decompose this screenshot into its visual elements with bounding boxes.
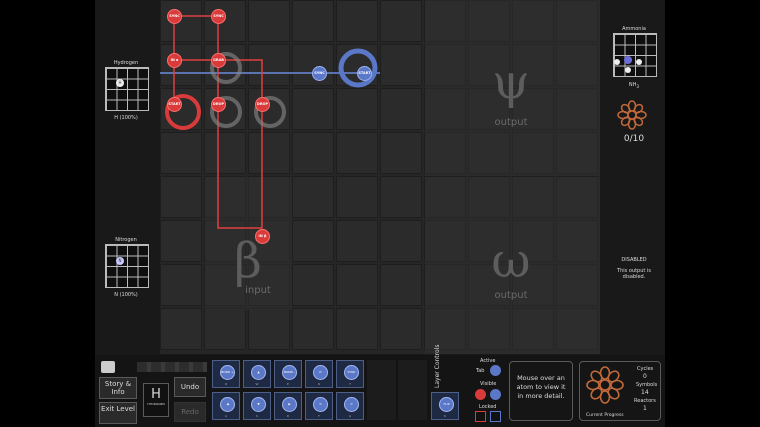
blue-start-instruction[interactable]: START [357,66,372,81]
speed-arrow-track[interactable] [137,362,207,372]
palette-rotate-cw-icon: ↻ [313,397,328,412]
visible-blue-toggle[interactable] [490,389,501,400]
element-symbol: H [151,387,161,402]
palette-rotate-ccw[interactable]: ↺ G [336,392,364,420]
visible-red-toggle[interactable] [475,389,486,400]
input-alpha-name: Hydrogen [113,60,139,66]
palette-rotate-cw[interactable]: ↻ F [305,392,333,420]
palette-swap[interactable]: ⇄ R [305,360,333,388]
palette-right-icon: ▶ [282,397,297,412]
palette-move-up[interactable]: ▲ W [243,360,271,388]
cycles-label: Cycles [637,366,654,372]
palette-key: G [348,414,352,418]
story-info-label: Story & Info [104,380,132,396]
red-drop-instruction-1[interactable]: DROP [211,97,226,112]
palette-key: T [349,382,351,386]
palette-move-right[interactable]: ▶ D [274,392,302,420]
active-layer-blue-toggle[interactable] [490,365,501,376]
palette-key: F [318,414,320,418]
palette-flip[interactable]: FLIP K [431,392,459,420]
palette-key: Q [224,382,228,386]
red-sync-instruction-1[interactable]: SYNC [167,9,182,24]
red-input-beta-instruction[interactable]: IN β [255,229,270,244]
output-omega-status-text: This output is disabled. [617,268,651,280]
output-psi-hydrogen-atom-3 [625,67,631,73]
input-beta-name: Nitrogen [115,237,137,243]
palette-rotate-ccw-icon: ↺ [344,397,359,412]
output-psi-formula: NH3 [604,82,664,89]
symbols-label: Symbols [636,382,658,388]
input-alpha-atom: H [116,79,124,87]
story-info-button[interactable]: Story & Info [99,377,137,399]
palette-up-icon: ▲ [251,365,266,380]
active-label: Active [480,358,496,364]
output-psi-progress-flower-icon [617,100,647,130]
input-alpha-percent: H (100%) [114,115,138,121]
palette-key: E [287,382,289,386]
palette-move-left[interactable]: ◀ A [212,392,240,420]
palette-key: K [444,414,446,418]
palette-key: D [286,414,290,418]
element-name: HYDROGEN [147,402,165,406]
palette-sync[interactable]: SYNC T [336,360,364,388]
input-beta-percent: N (100%) [114,292,138,298]
input-beta-molecule-grid [105,244,149,288]
palette-bond-minus[interactable]: BOND - E [274,360,302,388]
palette-left-icon: ◀ [220,397,235,412]
locked-blue-toggle[interactable] [490,411,501,422]
exit-level-button[interactable]: Exit Level [99,402,137,424]
output-psi-nitrogen-atom [624,56,632,64]
visible-label: Visible [480,381,497,387]
palette-key: S [256,414,258,418]
input-beta-atom: N [116,257,124,265]
exit-level-label: Exit Level [101,405,135,413]
atom-detail-panel: Mouse over an atom to view it in more de… [509,361,573,421]
red-start-instruction[interactable]: START [167,97,182,112]
palette-bond-minus-icon: BOND - [282,365,297,380]
tab-label: Tab [476,368,485,374]
symbols-value: 14 [641,389,649,396]
red-sync-instruction-2[interactable]: SYNC [211,9,226,24]
palette-swap-icon: ⇄ [313,365,328,380]
input-alpha-molecule-grid [105,67,149,111]
output-psi-name: Ammonia [622,26,646,32]
palette-down-icon: ▼ [251,397,266,412]
undo-button[interactable]: Undo [174,377,206,397]
output-psi-count: 0/10 [623,134,645,144]
blue-sync-instruction[interactable]: SYNC [312,66,327,81]
progress-flower-icon [586,366,624,404]
output-psi-molecule-grid [613,33,657,77]
output-psi-formula-subscript: 3 [636,84,640,89]
speed-slider-knob[interactable] [101,361,115,373]
palette-key: W [255,382,259,386]
redo-button[interactable]: Redo [174,402,206,422]
palette-flip-icon: FLIP [439,397,454,412]
reactors-label: Reactors [634,398,656,404]
output-omega-status-title: DISABLED [621,257,647,263]
redo-label: Redo [181,408,199,416]
locked-label: Locked [479,404,497,410]
reactors-value: 1 [643,405,647,412]
element-card: H HYDROGEN [143,383,169,417]
red-grab-instruction[interactable]: GRAB [211,53,226,68]
output-psi-hydrogen-atom-2 [636,59,642,65]
palette-key: A [224,414,228,418]
layer-controls-label: Layer Controls [434,344,441,388]
red-input-alpha-instruction[interactable]: IN α [167,53,182,68]
palette-empty-slots [367,360,429,420]
output-psi-hydrogen-atom-1 [614,59,620,65]
palette-sync-icon: SYNC [344,365,359,380]
locked-red-toggle[interactable] [475,411,486,422]
palette-key: R [317,382,321,386]
palette-bond-plus[interactable]: BOND + Q [212,360,240,388]
undo-label: Undo [180,383,200,391]
cycles-value: 0 [643,373,647,380]
palette-move-down[interactable]: ▼ S [243,392,271,420]
palette-bond-plus-icon: BOND + [220,365,235,380]
atom-detail-hint: Mouse over an atom to view it in more de… [516,374,566,400]
red-drop-instruction-2[interactable]: DROP [255,97,270,112]
current-progress-label: Current Progress [586,413,624,418]
